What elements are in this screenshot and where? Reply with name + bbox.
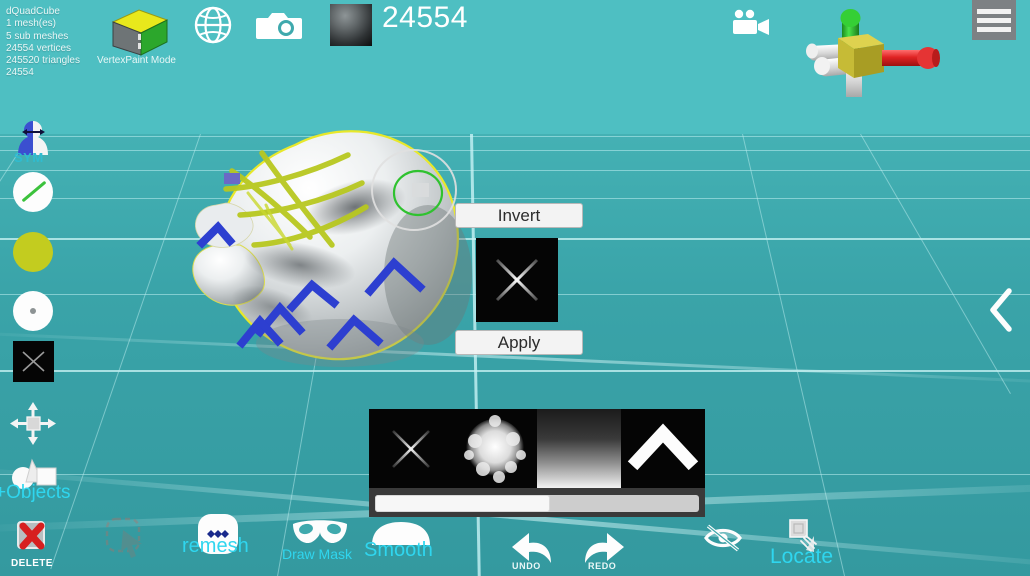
- redo-button-label: REDO: [588, 561, 617, 571]
- draw-mask-button[interactable]: [290, 518, 350, 548]
- sub-mesh-count: 5 sub meshes: [6, 30, 69, 42]
- brush-palette-panel: [369, 409, 705, 517]
- video-camera-icon[interactable]: [730, 8, 776, 38]
- cube-icon[interactable]: [105, 6, 173, 58]
- brush-strength-slider[interactable]: [375, 495, 699, 512]
- material-sphere-icon[interactable]: [330, 4, 372, 46]
- brush-palette-row: [369, 409, 705, 488]
- camera-icon[interactable]: [256, 10, 302, 40]
- delete-button[interactable]: [14, 516, 52, 554]
- sculpt-model[interactable]: [180, 95, 480, 380]
- vertex-count-info: 24554 vertices: [6, 42, 72, 54]
- locate-button-label: Locate: [770, 545, 834, 568]
- vertex-count-display: 24554: [382, 1, 468, 34]
- delete-button-label: DELETE: [11, 558, 53, 569]
- hamburger-menu-icon[interactable]: [972, 0, 1016, 40]
- globe-icon[interactable]: [192, 4, 234, 46]
- brush-chevron-up[interactable]: [621, 409, 705, 488]
- transform-gizmo[interactable]: [790, 0, 960, 100]
- brush-gradient[interactable]: [537, 409, 621, 488]
- brush-x[interactable]: [369, 409, 453, 488]
- apply-button[interactable]: Apply: [455, 330, 583, 355]
- black-square-icon[interactable]: [13, 341, 54, 382]
- triangle-count-info: 245520 triangles: [6, 55, 80, 67]
- mode-label: VertexPaint Mode: [97, 55, 176, 66]
- brush-strength-slider-fill: [375, 495, 550, 512]
- smooth-button-label: Smooth: [364, 539, 433, 561]
- undo-button-label: UNDO: [512, 561, 541, 571]
- objects-tool-label: +Objects: [0, 482, 71, 503]
- eye-off-icon[interactable]: [702, 522, 746, 554]
- x-mask-preview-icon[interactable]: [476, 238, 558, 322]
- collapse-panel-chevron[interactable]: [985, 285, 1019, 335]
- sculpt-app-viewport: dQuadCube 1 mesh(es) 5 sub meshes 24554 …: [0, 0, 1030, 576]
- olive-color-circle-icon[interactable]: [13, 232, 53, 272]
- mesh-extra-count: 24554: [6, 67, 34, 79]
- mesh-count: 1 mesh(es): [6, 18, 57, 30]
- invert-button[interactable]: Invert: [455, 203, 583, 228]
- mesh-info-panel: dQuadCube 1 mesh(es) 5 sub meshes 24554 …: [6, 6, 80, 80]
- draw-mask-button-label: Draw Mask: [282, 546, 353, 562]
- move-arrows-icon[interactable]: [8, 400, 58, 448]
- dot-circle-icon[interactable]: [13, 291, 53, 331]
- brush-cloud[interactable]: [453, 409, 537, 488]
- mesh-name: dQuadCube: [6, 6, 60, 17]
- line-stroke-icon[interactable]: [13, 172, 53, 212]
- marquee-cursor-icon[interactable]: [102, 514, 154, 566]
- symmetry-tool-label: SYM: [14, 150, 44, 165]
- remesh-button-label: remesh: [182, 535, 249, 557]
